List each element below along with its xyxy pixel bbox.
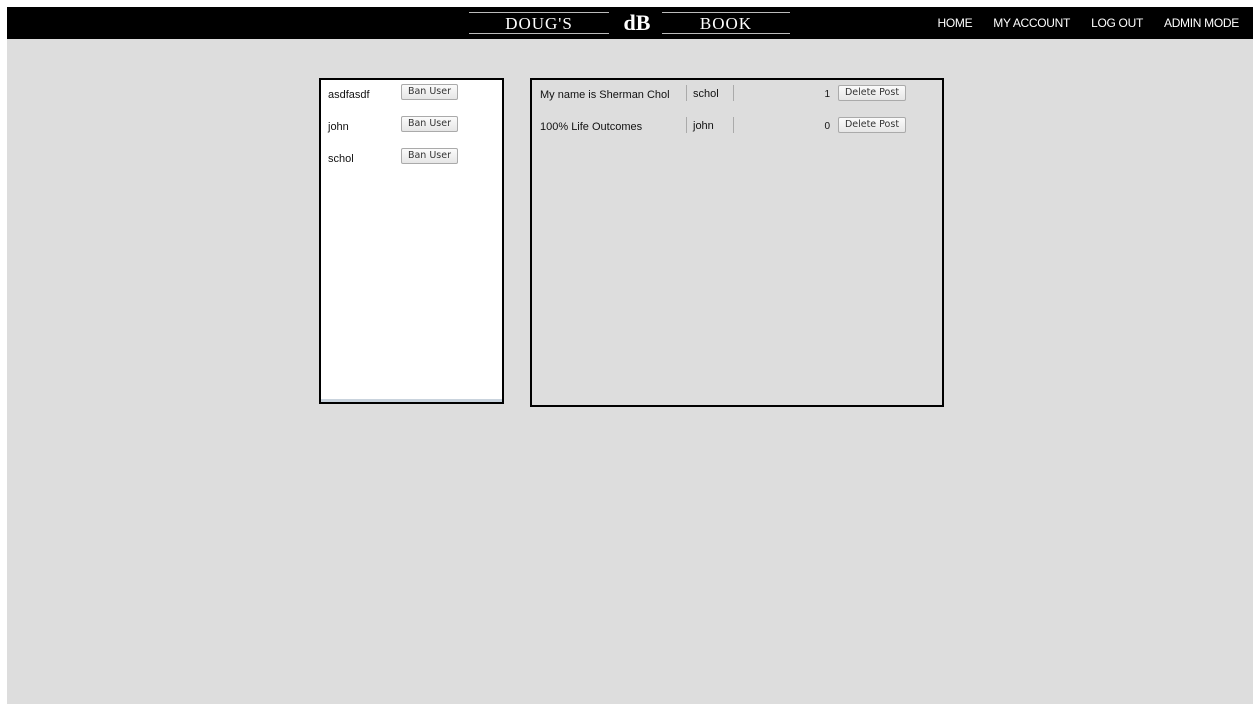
post-author: john [686,117,734,133]
nav-my-account-link[interactable]: MY ACCOUNT [993,16,1070,30]
delete-post-button[interactable]: Delete Post [838,117,906,133]
brand-word-book: BOOK [662,12,790,34]
posts-panel: My name is Sherman Chol schol 1 Delete P… [530,78,944,407]
post-title: 100% Life Outcomes [540,121,643,133]
main-nav: HOME MY ACCOUNT LOG OUT ADMIN MODE [937,7,1239,39]
post-count: 1 [824,89,830,100]
brand-logo: dB [623,10,651,35]
user-row: asdfasdf Ban User [328,84,498,102]
user-name: asdfasdf [328,89,370,101]
nav-home-link[interactable]: HOME [937,16,972,30]
ban-user-button[interactable]: Ban User [401,84,458,100]
horizontal-scrollbar[interactable] [321,399,502,402]
page: DOUG'S dB BOOK HOME MY ACCOUNT LOG OUT A… [7,7,1253,704]
user-row: john Ban User [328,116,498,134]
site-brand[interactable]: DOUG'S dB BOOK [469,7,799,39]
post-row: My name is Sherman Chol schol 1 Delete P… [540,85,940,103]
nav-admin-mode-link[interactable]: ADMIN MODE [1164,16,1239,30]
ban-user-button[interactable]: Ban User [401,148,458,164]
users-panel: asdfasdf Ban User john Ban User schol Ba… [319,78,504,404]
post-count: 0 [824,121,830,132]
ban-user-button[interactable]: Ban User [401,116,458,132]
post-author: schol [686,85,734,101]
user-name: schol [328,153,354,165]
user-name: john [328,121,349,133]
user-row: schol Ban User [328,148,498,166]
brand-word-dougs: DOUG'S [469,12,609,34]
nav-log-out-link[interactable]: LOG OUT [1091,16,1143,30]
top-nav-bar: DOUG'S dB BOOK HOME MY ACCOUNT LOG OUT A… [7,7,1253,39]
post-title: My name is Sherman Chol [540,89,670,101]
post-row: 100% Life Outcomes john 0 Delete Post [540,117,940,135]
delete-post-button[interactable]: Delete Post [838,85,906,101]
